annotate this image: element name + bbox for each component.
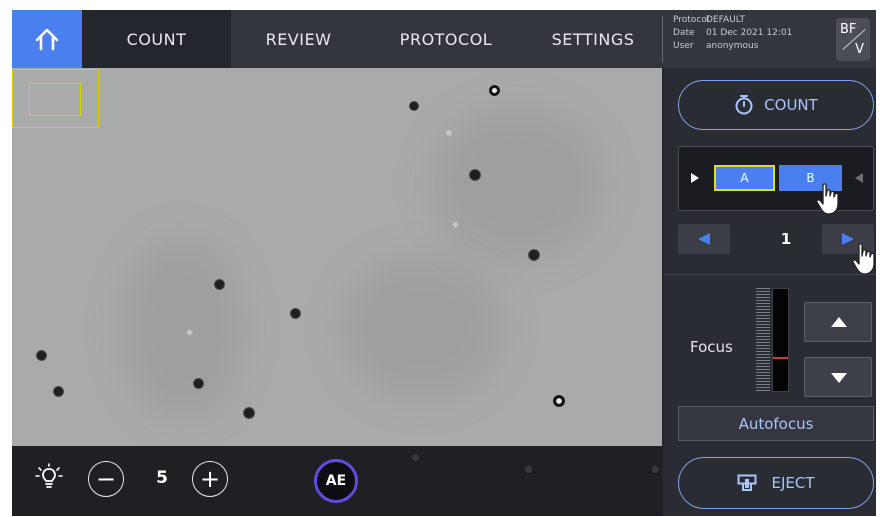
background-shade	[432, 108, 602, 258]
cell	[553, 395, 565, 407]
image-number: 1	[780, 230, 792, 248]
focus-scale-ticks	[756, 288, 770, 392]
arrow-up-icon	[831, 317, 847, 327]
play-icon	[691, 173, 699, 183]
arrow-down-icon	[831, 373, 847, 383]
microscope-image-view[interactable]	[12, 68, 662, 446]
cell	[452, 221, 459, 228]
decrease-light-button[interactable]: −	[88, 461, 124, 497]
background-shade	[342, 258, 502, 398]
user-key: User	[673, 41, 694, 51]
chamber-b-button[interactable]: B	[779, 165, 842, 191]
focus-position-marker	[773, 357, 788, 359]
chamber-a-button[interactable]: A	[714, 165, 775, 191]
cell	[193, 378, 204, 389]
date-value: 01 Dec 2021 12:01	[706, 28, 793, 38]
eject-tray-icon	[737, 474, 757, 491]
focus-label: Focus	[690, 338, 733, 356]
previous-image-button[interactable]	[678, 224, 730, 254]
background-speck	[652, 466, 659, 473]
tab-protocol[interactable]: PROTOCOL	[366, 10, 526, 68]
background-speck	[412, 454, 419, 461]
eject-button-label: EJECT	[771, 474, 815, 492]
reverse-play-icon	[855, 173, 863, 183]
auto-exposure-button[interactable]: AE	[314, 459, 358, 503]
cell	[186, 329, 193, 336]
protocol-value: DEFAULT	[706, 15, 745, 25]
next-image-button[interactable]	[822, 224, 874, 254]
field-overview-box[interactable]	[12, 69, 99, 128]
arrow-right-icon	[842, 233, 854, 245]
protocol-key: Protocol	[673, 15, 710, 25]
bf-label: BF	[840, 22, 857, 37]
arrow-left-icon	[698, 233, 710, 245]
cell	[445, 129, 453, 137]
count-button-label: COUNT	[764, 96, 818, 114]
cell	[469, 169, 481, 181]
background-speck	[525, 466, 532, 473]
user-value: anonymous	[706, 41, 759, 51]
increase-light-button[interactable]: +	[192, 461, 228, 497]
cell	[528, 249, 540, 261]
cell	[290, 308, 301, 319]
focus-position-bar	[772, 288, 789, 392]
light-bulb-icon	[35, 463, 63, 488]
panel-divider	[664, 274, 876, 275]
stopwatch-icon	[735, 95, 753, 115]
home-button[interactable]	[12, 10, 82, 68]
light-level-value: 5	[156, 468, 168, 488]
focus-up-button[interactable]	[804, 302, 872, 342]
count-button[interactable]: COUNT	[678, 80, 874, 130]
cell	[214, 279, 225, 290]
chamber-selector: A B	[678, 146, 874, 211]
cell	[409, 101, 419, 111]
tab-settings[interactable]: SETTINGS	[526, 10, 660, 68]
cell	[53, 386, 64, 397]
app-window: COUNT REVIEW PROTOCOL SETTINGS Protocol D…	[12, 10, 876, 516]
tab-count[interactable]: COUNT	[82, 10, 231, 68]
focus-down-button[interactable]	[804, 357, 872, 397]
illumination-control-bar: − 5 + AE	[12, 446, 662, 516]
cell	[243, 407, 255, 419]
field-of-view-marker[interactable]	[29, 83, 81, 116]
v-label: V	[855, 42, 864, 57]
session-info: Protocol DEFAULT Date 01 Dec 2021 12:01 Us…	[673, 14, 792, 53]
control-panel: COUNT A B 1 Focus Autofocus EJECT	[664, 68, 876, 516]
tab-review[interactable]: REVIEW	[231, 10, 366, 68]
home-icon	[35, 28, 59, 51]
topbar-divider	[662, 16, 663, 62]
autofocus-button[interactable]: Autofocus	[678, 406, 874, 441]
background-shade	[122, 238, 242, 418]
date-key: Date	[673, 28, 695, 38]
cell	[489, 85, 500, 96]
cell	[36, 350, 47, 361]
eject-button[interactable]: EJECT	[678, 457, 874, 509]
top-navigation-bar: COUNT REVIEW PROTOCOL SETTINGS Protocol D…	[12, 10, 876, 68]
bf-v-toggle-button[interactable]: BF V	[836, 18, 870, 61]
